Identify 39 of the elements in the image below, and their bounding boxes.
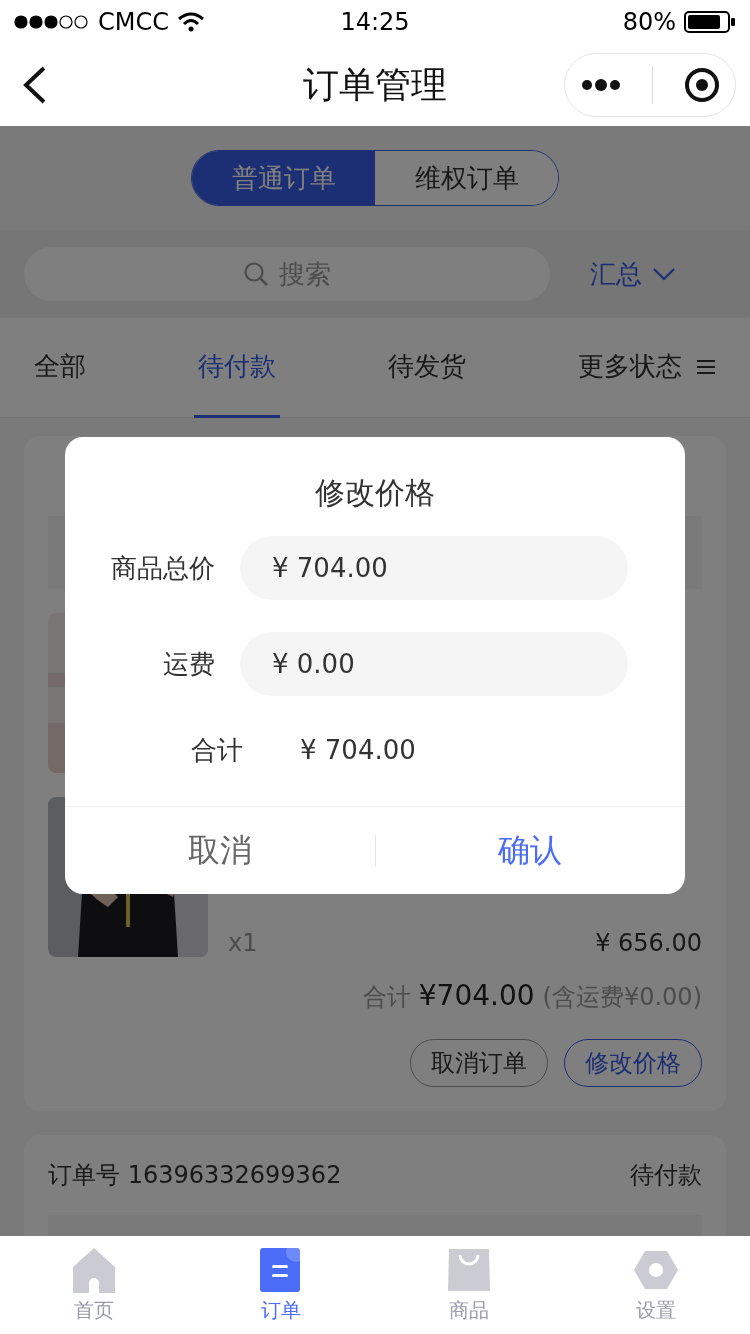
- status-tab[interactable]: 待付款: [194, 318, 280, 418]
- cancel-order-button[interactable]: 取消订单: [410, 1039, 548, 1087]
- battery-icon: [684, 11, 736, 33]
- carrier-name: CMCC: [98, 8, 169, 36]
- search-icon: [243, 261, 269, 287]
- chevron-down-icon: [652, 267, 676, 281]
- field-label: 商品总价: [110, 551, 215, 585]
- page-title: 订单管理: [303, 62, 447, 107]
- order-status: 待付款: [630, 1160, 702, 1191]
- battery-percent: 80%: [622, 8, 676, 36]
- summary-dropdown[interactable]: 汇总: [590, 256, 676, 292]
- segment-tab[interactable]: 维权订单: [375, 151, 558, 205]
- tab-bar-item[interactable]: 首页: [0, 1236, 188, 1334]
- shopping-bag-icon: [445, 1246, 492, 1293]
- order-number: 订单号 16396332699362: [48, 1160, 342, 1191]
- field-label: 运费: [162, 647, 215, 681]
- total-value: ¥ 704.00: [300, 735, 416, 765]
- tab-bar-item[interactable]: 商品: [375, 1236, 563, 1334]
- more-icon[interactable]: [580, 79, 621, 91]
- status-tab[interactable]: 全部: [30, 318, 90, 418]
- price-field[interactable]: ¥ 0.00: [240, 632, 628, 696]
- signal-icon: [14, 15, 90, 29]
- menu-icon: [696, 358, 716, 375]
- field-label: 合计: [190, 733, 243, 767]
- segment-tab[interactable]: 普通订单: [192, 151, 375, 205]
- cancel-button[interactable]: 取消: [65, 806, 375, 894]
- status-tab[interactable]: 待发货: [384, 318, 470, 418]
- tab-bar-item[interactable]: 订单: [187, 1236, 375, 1334]
- clock-time: 14:25: [340, 8, 410, 36]
- confirm-button[interactable]: 确认: [375, 806, 685, 894]
- wifi-icon: [177, 12, 205, 32]
- edit-price-button[interactable]: 修改价格: [564, 1039, 702, 1087]
- tab-bar-item[interactable]: 设置: [562, 1236, 750, 1334]
- price-field[interactable]: ¥ 704.00: [240, 536, 628, 600]
- home-icon: [70, 1246, 117, 1293]
- total-amount: ¥704.00: [418, 979, 535, 1012]
- status-tab[interactable]: 更多状态: [574, 318, 720, 418]
- product-price: ¥ 656.00: [595, 929, 702, 957]
- dialog-title: 修改价格: [314, 474, 436, 512]
